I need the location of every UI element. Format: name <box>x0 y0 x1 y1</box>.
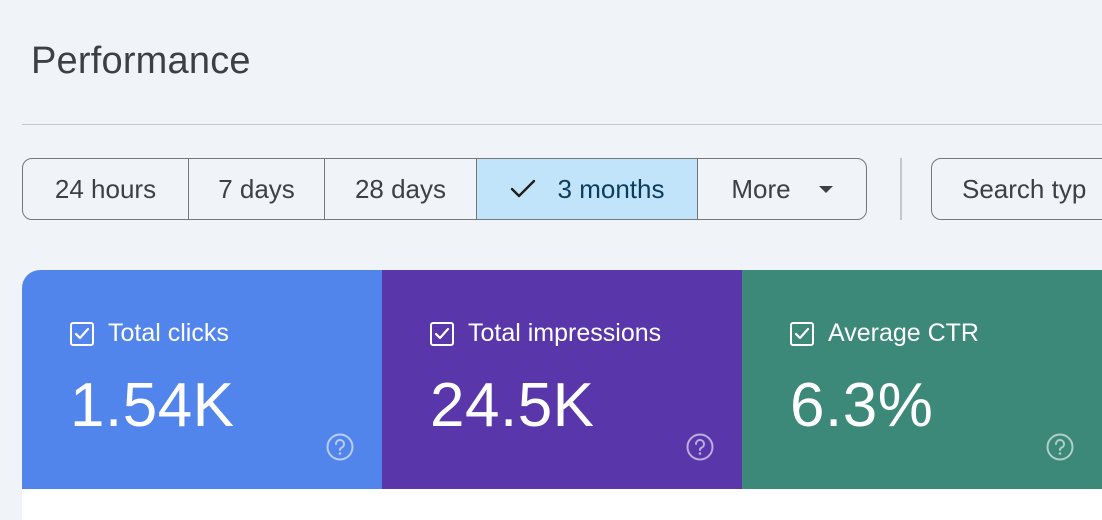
page-title: Performance <box>31 40 251 82</box>
metric-card-header: Total impressions <box>430 319 661 348</box>
metric-label: Total impressions <box>468 319 662 347</box>
range-28-days-label: 28 days <box>354 173 447 204</box>
checkbox-checked-icon[interactable] <box>790 321 814 346</box>
search-type-label: Search typ <box>962 173 1087 204</box>
chart-area-top <box>22 489 1102 520</box>
help-icon[interactable] <box>325 432 355 462</box>
range-7-days-button[interactable]: 7 days <box>189 159 325 219</box>
metric-label: Average CTR <box>828 319 979 347</box>
metric-card-average-ctr[interactable]: Average CTR 6.3% <box>742 270 1102 489</box>
range-28-days-button[interactable]: 28 days <box>325 159 477 219</box>
check-icon <box>510 179 535 198</box>
checkbox-checked-icon[interactable] <box>70 321 94 346</box>
metric-card-total-impressions[interactable]: Total impressions 24.5K <box>382 270 742 489</box>
metric-value: 24.5K <box>430 371 595 440</box>
caret-down-icon <box>818 185 833 193</box>
date-range-selector: 24 hours 7 days 28 days 3 months More <box>22 158 867 220</box>
metric-card-header: Average CTR <box>790 319 979 348</box>
range-24-hours-button[interactable]: 24 hours <box>23 159 189 219</box>
checkbox-checked-icon[interactable] <box>430 321 454 346</box>
filter-separator <box>900 158 902 220</box>
range-7-days-label: 7 days <box>218 173 295 204</box>
metric-card-header: Total clicks <box>70 319 229 348</box>
range-more-button[interactable]: More <box>698 159 866 219</box>
range-3-months-label: 3 months <box>557 173 665 204</box>
help-icon[interactable] <box>1045 432 1075 462</box>
range-24-hours-label: 24 hours <box>54 173 157 204</box>
header-divider <box>22 124 1102 125</box>
metric-cards: Total clicks 1.54K Total impressions 24.… <box>22 270 1102 489</box>
range-more-label: More <box>731 173 791 204</box>
help-icon[interactable] <box>685 432 715 462</box>
metric-card-total-clicks[interactable]: Total clicks 1.54K <box>22 270 382 489</box>
metric-value: 1.54K <box>70 371 235 440</box>
metric-value: 6.3% <box>790 371 934 440</box>
range-3-months-button[interactable]: 3 months <box>477 159 698 219</box>
search-type-filter-button[interactable]: Search typ <box>931 158 1102 220</box>
metric-label: Total clicks <box>108 319 229 347</box>
